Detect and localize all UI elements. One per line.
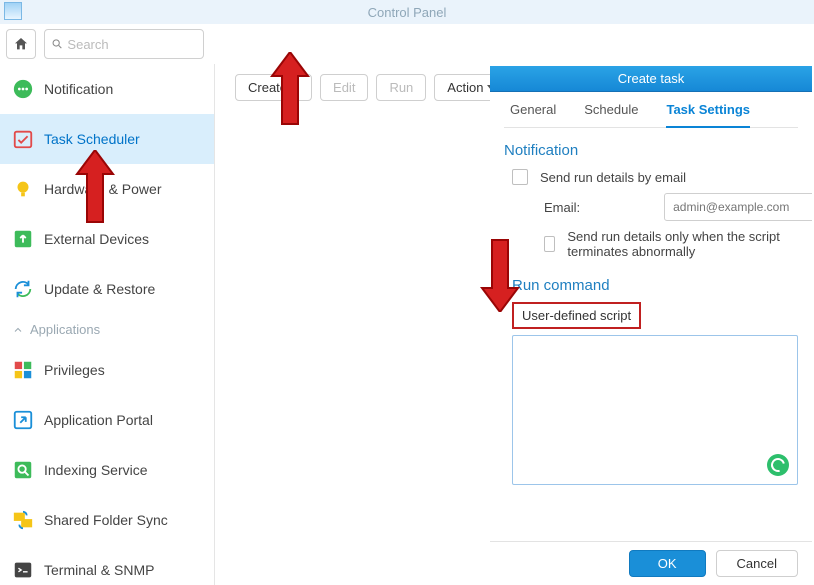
calendar-check-icon bbox=[12, 128, 34, 150]
sidebar-item-label: Indexing Service bbox=[44, 462, 148, 478]
external-link-icon bbox=[12, 409, 34, 431]
script-textarea[interactable] bbox=[512, 335, 798, 485]
sidebar-section-label: Applications bbox=[30, 322, 100, 337]
chat-icon bbox=[12, 78, 34, 100]
sidebar-item-task-scheduler[interactable]: Task Scheduler bbox=[0, 114, 214, 164]
search-input[interactable] bbox=[67, 37, 197, 52]
edit-button[interactable]: Edit bbox=[320, 74, 368, 101]
sidebar-item-label: Shared Folder Sync bbox=[44, 512, 168, 528]
sidebar-item-hardware-power[interactable]: Hardware & Power bbox=[0, 164, 214, 214]
window-titlebar: Control Panel bbox=[0, 0, 814, 24]
terminal-icon bbox=[12, 559, 34, 581]
bulb-icon bbox=[12, 178, 34, 200]
grammarly-icon[interactable] bbox=[767, 454, 789, 476]
email-label: Email: bbox=[544, 200, 580, 215]
grid-icon bbox=[12, 359, 34, 381]
search-square-icon bbox=[12, 459, 34, 481]
sidebar-item-label: Application Portal bbox=[44, 412, 153, 428]
send-details-label: Send run details by email bbox=[540, 170, 686, 185]
sidebar-item-update-restore[interactable]: Update & Restore bbox=[0, 264, 214, 314]
refresh-icon bbox=[12, 278, 34, 300]
create-task-modal: Create task General Schedule Task Settin… bbox=[490, 66, 812, 585]
sidebar-item-label: Privileges bbox=[44, 362, 105, 378]
sidebar-item-label: Update & Restore bbox=[44, 281, 155, 297]
sidebar-item-notification[interactable]: Notification bbox=[0, 64, 214, 114]
sidebar-section-applications[interactable]: Applications bbox=[0, 314, 214, 345]
home-icon bbox=[13, 36, 29, 52]
notification-section-title: Notification bbox=[504, 142, 798, 159]
app-icon bbox=[4, 2, 22, 20]
only-abnormal-label: Send run details only when the script te… bbox=[567, 229, 798, 259]
sync-folder-icon bbox=[12, 509, 34, 531]
only-abnormal-checkbox[interactable] bbox=[544, 236, 555, 252]
sidebar-item-application-portal[interactable]: Application Portal bbox=[0, 395, 214, 445]
caret-down-icon bbox=[291, 85, 299, 90]
sidebar-item-privileges[interactable]: Privileges bbox=[0, 345, 214, 395]
tab-schedule[interactable]: Schedule bbox=[584, 102, 638, 117]
window-title: Control Panel bbox=[368, 5, 447, 20]
sidebar-item-label: External Devices bbox=[44, 231, 149, 247]
sidebar-item-label: Terminal & SNMP bbox=[44, 562, 154, 578]
send-details-checkbox[interactable] bbox=[512, 169, 528, 185]
search-icon bbox=[51, 37, 63, 51]
search-field[interactable] bbox=[44, 29, 204, 59]
email-input[interactable] bbox=[664, 193, 812, 221]
cancel-button[interactable]: Cancel bbox=[716, 550, 798, 577]
main-area: Create Edit Run Action Save Settings Cre… bbox=[215, 64, 814, 585]
tab-general[interactable]: General bbox=[510, 102, 556, 117]
sidebar-item-label: Task Scheduler bbox=[44, 131, 140, 147]
run-command-section-title: Run command bbox=[512, 277, 798, 294]
sidebar-item-indexing-service[interactable]: Indexing Service bbox=[0, 445, 214, 495]
run-button[interactable]: Run bbox=[376, 74, 426, 101]
modal-footer: OK Cancel bbox=[490, 541, 812, 585]
upload-icon bbox=[12, 228, 34, 250]
sidebar-item-label: Notification bbox=[44, 81, 113, 97]
ok-button[interactable]: OK bbox=[629, 550, 706, 577]
modal-tabs: General Schedule Task Settings bbox=[504, 102, 798, 128]
home-button[interactable] bbox=[6, 29, 36, 59]
chevron-up-icon bbox=[12, 324, 24, 336]
sidebar-item-external-devices[interactable]: External Devices bbox=[0, 214, 214, 264]
sidebar: Notification Task Scheduler Hardware & P… bbox=[0, 64, 215, 585]
sidebar-item-shared-folder-sync[interactable]: Shared Folder Sync bbox=[0, 495, 214, 545]
sidebar-item-label: Hardware & Power bbox=[44, 181, 162, 197]
top-row bbox=[0, 24, 814, 64]
modal-title: Create task bbox=[490, 66, 812, 92]
user-defined-script-label: User-defined script bbox=[512, 302, 641, 329]
create-button[interactable]: Create bbox=[235, 74, 312, 101]
sidebar-item-terminal-snmp[interactable]: Terminal & SNMP bbox=[0, 545, 214, 585]
tab-task-settings[interactable]: Task Settings bbox=[666, 102, 750, 117]
